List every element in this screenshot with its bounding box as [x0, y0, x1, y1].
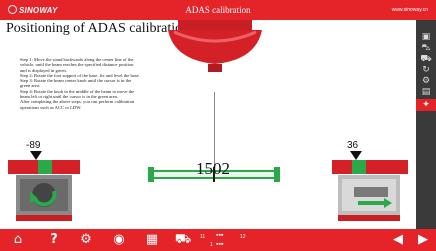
refresh-icon[interactable]: ↻ — [419, 65, 433, 75]
instruction-step-4: Step 4: Rotate the knob in the middle of… — [20, 88, 135, 100]
pager-sub: 1 — [210, 242, 213, 248]
adas-icon[interactable]: ✦ — [419, 100, 433, 110]
help-icon[interactable]: ? — [46, 232, 62, 248]
left-adjust-knob-diagram — [8, 151, 80, 221]
settings-icon[interactable]: ⚙ — [78, 232, 94, 248]
page-indicator: 11 ▪▪▪ 12 ▪▪▪ 1 — [196, 231, 256, 249]
main-content: Positioning of ADAS calibration Step 1: … — [0, 20, 416, 229]
scan-icon[interactable]: ▣ — [419, 32, 433, 42]
pager-current: 11 — [200, 234, 206, 240]
instruction-note: After completing the above steps, you ca… — [20, 99, 135, 110]
bottom-toolbar: ⌂ ? ⚙ ◉ ▦ ⛟ 11 ▪▪▪ 12 ▪▪▪ 1 ◀ ▶ — [0, 229, 436, 251]
back-arrow-icon[interactable]: ◀ — [389, 232, 407, 248]
printer-icon[interactable]: ▤ — [419, 87, 433, 97]
instructions-text: Step 1: Move the stand backwards along t… — [20, 57, 140, 110]
right-sidebar: ▣ ⛍ ⛟ ↻ ⚙ ▤ ✦ — [416, 20, 436, 229]
home-icon[interactable]: ⌂ — [8, 232, 28, 248]
camera-icon[interactable]: ◉ — [111, 232, 127, 248]
left-angle-value: -89 — [26, 140, 41, 151]
distance-value: 1502 — [196, 159, 230, 178]
car-side-icon[interactable]: ⛟ — [419, 54, 433, 64]
right-angle-value: 36 — [347, 140, 359, 151]
right-adjust-knob-diagram — [332, 151, 408, 221]
car-icon[interactable]: ⛟ — [172, 232, 194, 248]
wrench-icon[interactable]: ⚙ — [419, 76, 433, 86]
car-front-icon[interactable]: ⛍ — [419, 43, 433, 53]
pager-total: 12 — [240, 234, 246, 240]
app-title: ADAS calibration — [185, 5, 251, 15]
grid-icon[interactable]: ▦ — [144, 232, 160, 248]
pager-glyph-top: ▪▪▪ — [216, 232, 224, 239]
instruction-step-3: Step 3: Rotate the beam center knob unti… — [20, 78, 132, 89]
instruction-step-1: Step 1: Move the stand backwards along t… — [20, 57, 134, 73]
pager-glyph-bottom: ▪▪▪ — [216, 241, 224, 248]
laser-emitter-icon — [168, 20, 262, 72]
title-bar: SINOWAY ADAS calibration www.sinoway.cn — [0, 0, 436, 20]
website-label: www.sinoway.cn — [391, 7, 428, 13]
forward-arrow-icon[interactable]: ▶ — [414, 232, 432, 248]
